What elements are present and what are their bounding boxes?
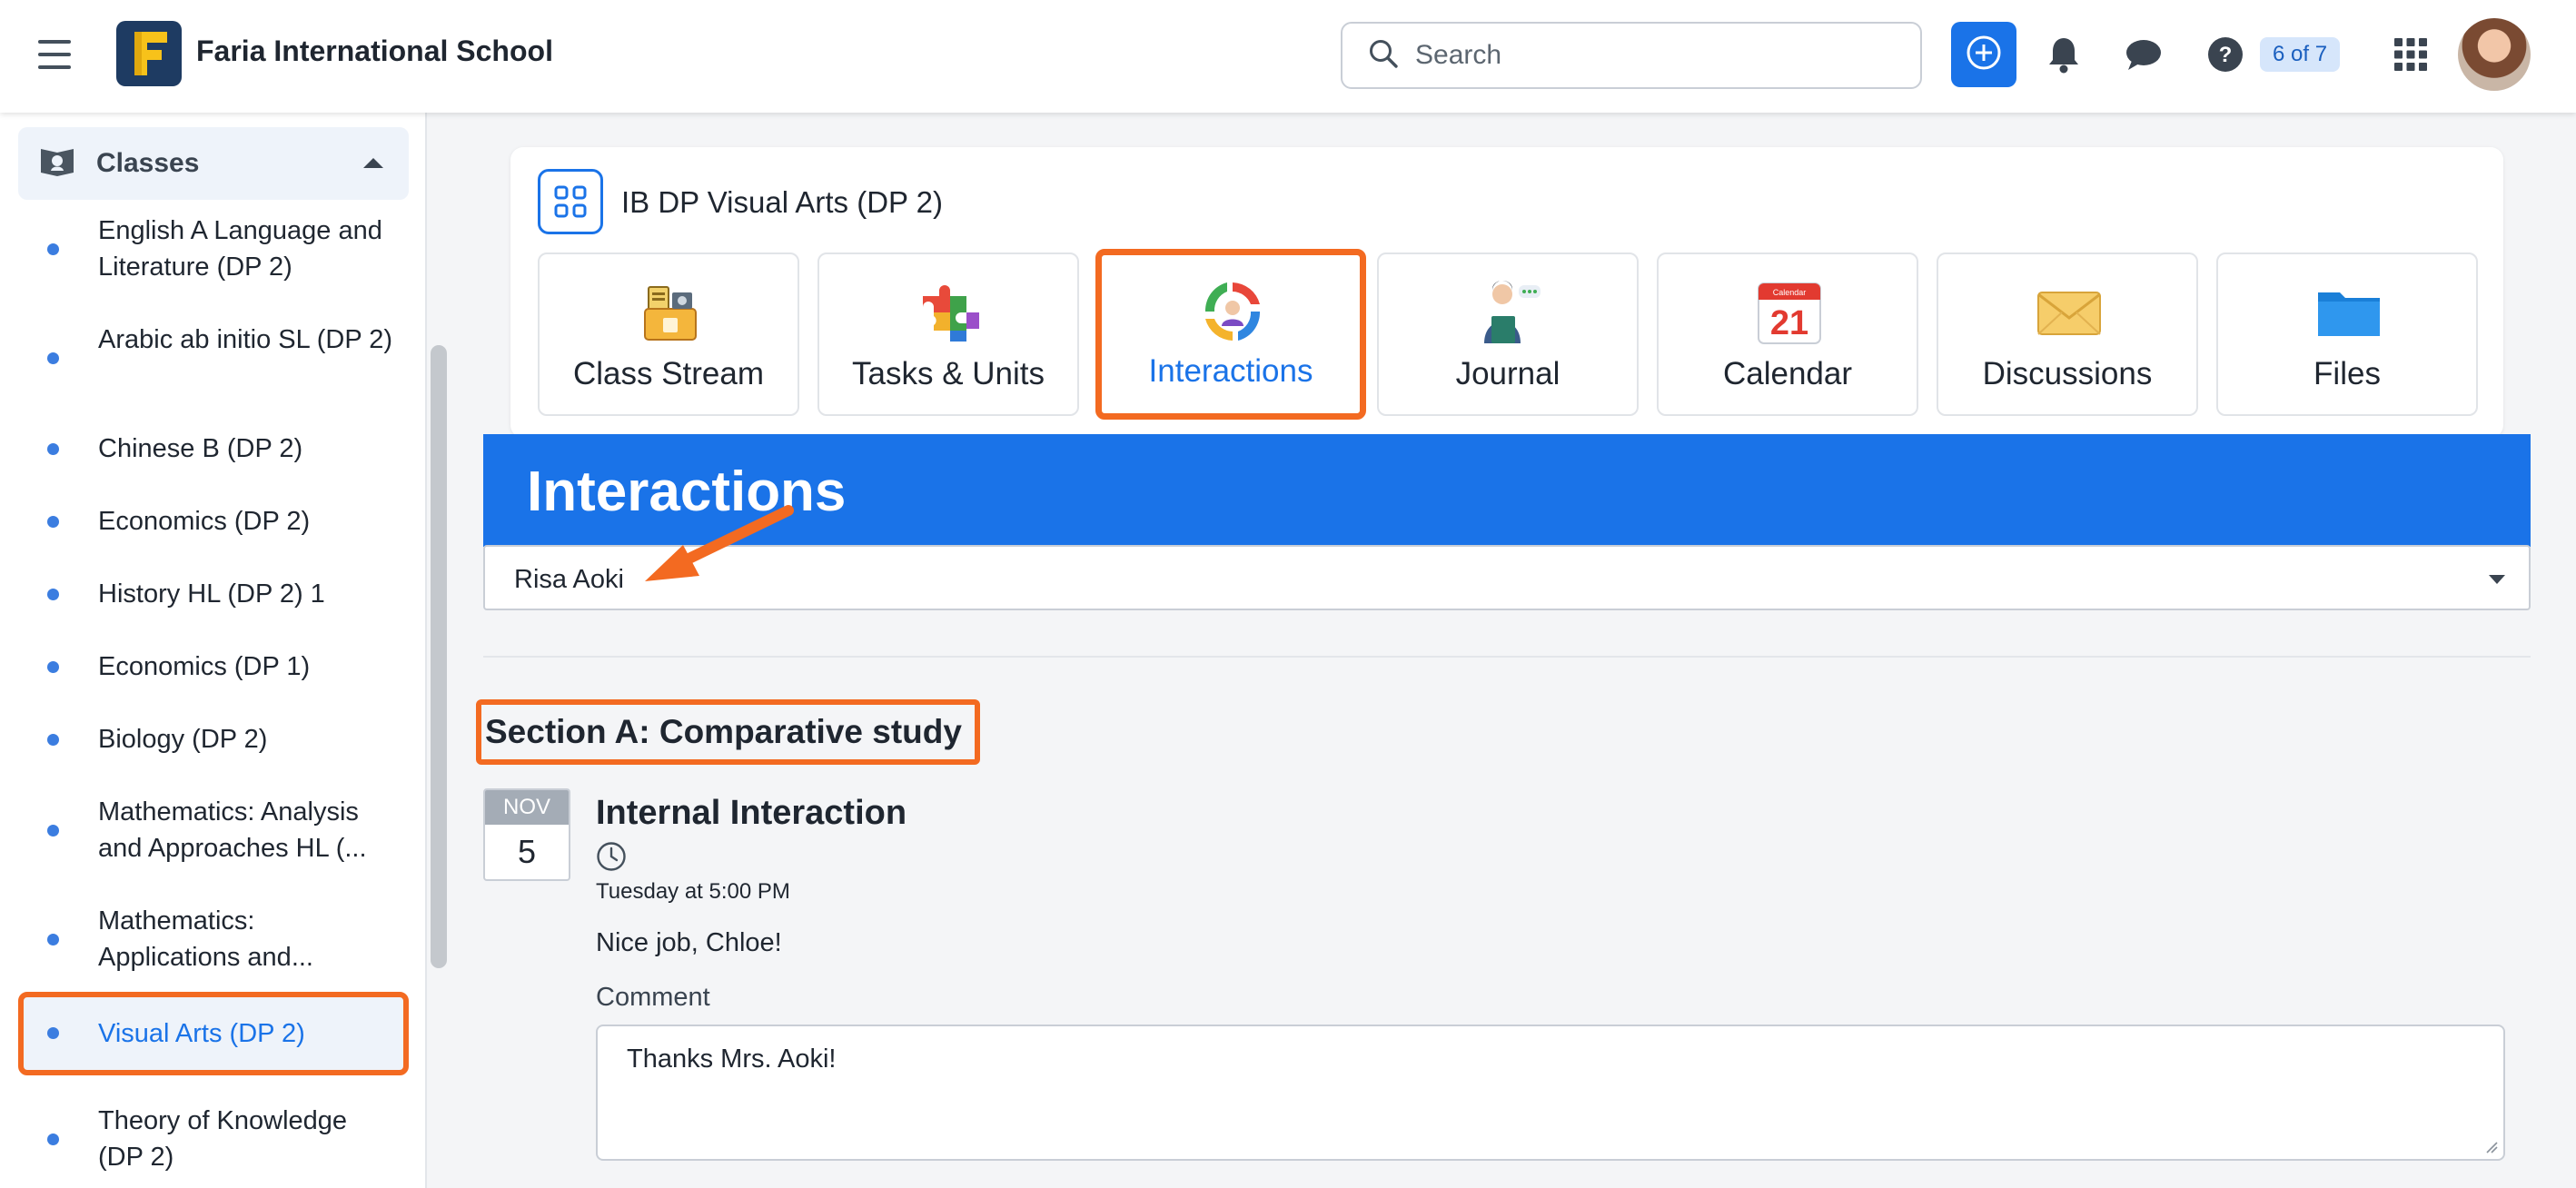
folder-icon <box>2313 276 2385 349</box>
student-select[interactable]: Risa Aoki <box>483 545 2531 610</box>
tab-interactions[interactable]: Interactions <box>1095 249 1366 420</box>
classes-section-label: Classes <box>96 148 200 178</box>
tab-label: Tasks & Units <box>852 356 1045 391</box>
sidebar-item-label: Chinese B (DP 2) <box>98 434 303 463</box>
student-select-value: Risa Aoki <box>514 565 624 594</box>
interactions-cycle-icon <box>1196 275 1269 348</box>
sidebar-item-math-ai[interactable]: Mathematics: Applications and... <box>18 903 409 975</box>
tab-label: Interactions <box>1148 353 1313 389</box>
puzzle-icon <box>914 276 986 349</box>
tab-label: Class Stream <box>572 356 765 391</box>
user-avatar[interactable] <box>2458 18 2531 91</box>
section-title: Section A: Comparative study <box>476 699 980 765</box>
class-stream-icon <box>634 276 707 349</box>
tab-journal[interactable]: Journal <box>1377 252 1639 416</box>
tab-tasks-units[interactable]: Tasks & Units <box>817 252 1079 416</box>
sidebar-item-label: Visual Arts (DP 2) <box>98 1019 305 1048</box>
add-icon <box>1966 35 2002 75</box>
apps-grid-icon[interactable] <box>2389 33 2432 76</box>
interactions-banner: Interactions <box>483 434 2531 547</box>
interaction-title[interactable]: Internal Interaction <box>596 794 907 833</box>
sidebar: Classes English A Language and Literatur… <box>0 113 427 1188</box>
tab-label: Files <box>2313 356 2381 391</box>
bullet-dot <box>47 352 59 364</box>
sidebar-item-english[interactable]: English A Language and Literature (DP 2) <box>18 213 409 285</box>
journal-icon <box>1473 276 1546 349</box>
interaction-time: Tuesday at 5:00 PM <box>596 879 790 904</box>
sidebar-item-label: Biology (DP 2) <box>98 725 268 754</box>
interaction-message: Nice job, Chloe! <box>596 928 782 957</box>
tab-files[interactable]: Files <box>2216 252 2478 416</box>
svg-text:?: ? <box>2219 43 2233 67</box>
tab-label: Discussions <box>1982 356 2153 391</box>
envelope-icon <box>2033 276 2105 349</box>
bullet-dot <box>47 1027 59 1039</box>
tab-label: Journal <box>1455 356 1560 391</box>
bullet-dot <box>47 589 59 600</box>
collapse-caret-icon <box>363 158 383 168</box>
school-logo[interactable] <box>116 21 182 86</box>
sidebar-item-history[interactable]: History HL (DP 2) 1 <box>18 576 409 612</box>
bullet-dot <box>47 825 59 837</box>
sidebar-item-label: Mathematics: Analysis and Approaches HL … <box>98 797 367 863</box>
tab-label: Calendar <box>1722 356 1853 391</box>
top-bar: Faria International School ? 6 of 7 <box>0 0 2576 113</box>
date-day: 5 <box>517 833 537 870</box>
sidebar-item-visual-arts[interactable]: Visual Arts (DP 2) <box>18 992 409 1075</box>
menu-icon[interactable] <box>38 40 71 69</box>
sidebar-item-arabic[interactable]: Arabic ab initio SL (DP 2) <box>18 322 409 394</box>
comment-text: Thanks Mrs. Aoki! <box>627 1044 837 1074</box>
sidebar-item-economics-dp2[interactable]: Economics (DP 2) <box>18 503 409 540</box>
dropdown-arrow-icon <box>2489 575 2505 584</box>
resize-grip-icon[interactable] <box>2483 1139 2498 1153</box>
classes-icon <box>38 145 76 183</box>
sidebar-scrollbar[interactable] <box>431 345 447 968</box>
bullet-dot <box>47 516 59 528</box>
sidebar-item-biology[interactable]: Biology (DP 2) <box>18 721 409 757</box>
bullet-dot <box>47 934 59 945</box>
sidebar-item-math-aa[interactable]: Mathematics: Analysis and Approaches HL … <box>18 794 409 866</box>
class-grid-icon[interactable] <box>538 169 603 234</box>
search-box[interactable] <box>1341 22 1922 89</box>
tab-discussions[interactable]: Discussions <box>1937 252 2198 416</box>
tab-calendar[interactable]: Calendar 21 Calendar <box>1657 252 1918 416</box>
school-name[interactable]: Faria International School <box>196 35 553 68</box>
bullet-dot <box>47 734 59 746</box>
search-input[interactable] <box>1415 40 1906 71</box>
date-chip: NOV 5 <box>483 788 570 881</box>
calendar-icon-caption: Calendar <box>1773 288 1807 297</box>
bullet-dot <box>47 661 59 673</box>
page-title: Interactions <box>527 460 847 523</box>
search-icon <box>1368 38 1399 74</box>
sidebar-item-label: Theory of Knowledge (DP 2) <box>98 1106 348 1172</box>
bullet-dot <box>47 243 59 255</box>
sidebar-item-label: English A Language and Literature (DP 2) <box>98 216 382 282</box>
sidebar-item-label: Arabic ab initio SL (DP 2) <box>98 325 392 354</box>
date-month: NOV <box>485 790 569 825</box>
sidebar-item-label: Mathematics: Applications and... <box>98 906 313 972</box>
sidebar-item-label: Economics (DP 2) <box>98 507 311 536</box>
help-progress-badge[interactable]: 6 of 7 <box>2260 37 2341 72</box>
bell-icon[interactable] <box>2042 33 2086 76</box>
help-icon[interactable]: ? <box>2204 33 2247 76</box>
classes-section-toggle[interactable]: Classes <box>18 127 409 200</box>
sidebar-item-label: Economics (DP 1) <box>98 652 311 681</box>
sidebar-item-tok[interactable]: Theory of Knowledge (DP 2) <box>18 1103 409 1175</box>
add-button[interactable] <box>1951 22 2016 87</box>
class-title: IB DP Visual Arts (DP 2) <box>621 185 943 219</box>
sidebar-item-economics-dp1[interactable]: Economics (DP 1) <box>18 648 409 685</box>
sidebar-item-label: History HL (DP 2) 1 <box>98 579 325 609</box>
divider <box>483 656 2531 658</box>
comment-label: Comment <box>596 983 710 1012</box>
clock-icon <box>596 841 627 872</box>
calendar-icon: Calendar 21 <box>1753 276 1826 349</box>
bullet-dot <box>47 1134 59 1145</box>
bullet-dot <box>47 443 59 455</box>
sidebar-item-chinese[interactable]: Chinese B (DP 2) <box>18 431 409 467</box>
class-card: IB DP Visual Arts (DP 2) Class Stream Ta <box>510 147 2503 438</box>
tab-class-stream[interactable]: Class Stream <box>538 252 799 416</box>
chat-icon[interactable] <box>2122 33 2165 76</box>
calendar-icon-day: 21 <box>1770 304 1808 342</box>
comment-textarea[interactable]: Thanks Mrs. Aoki! <box>596 1025 2505 1161</box>
